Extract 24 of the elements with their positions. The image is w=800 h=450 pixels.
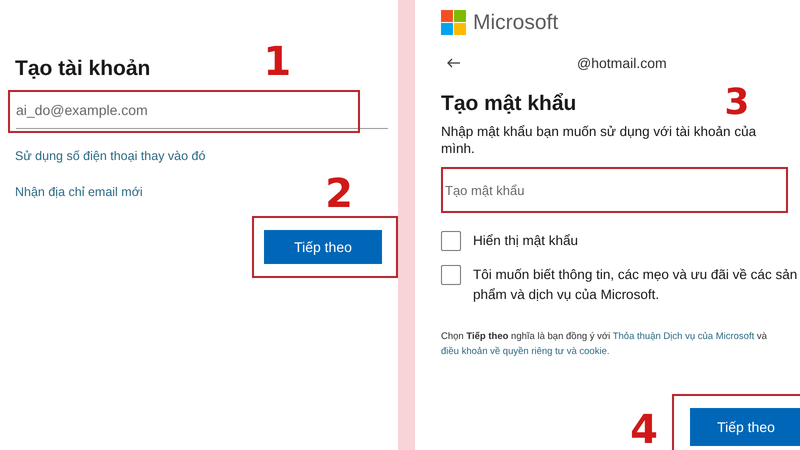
page-heading: Tạo mật khẩu — [441, 91, 576, 117]
windows-logo-icon — [441, 10, 466, 35]
checkbox-label: Hiển thị mật khẩu — [473, 232, 580, 250]
account-email: @hotmail.com — [577, 55, 667, 71]
checkbox-label: Tôi muốn biết thông tin, các mẹo và ưu đãi về các sản phẩm và dịch vụ của Microsoft. — [473, 266, 798, 304]
checkbox[interactable] — [441, 231, 461, 251]
instruction-text: Nhập mật khẩu bạn muốn sử dụng với tài khoản của mình. — [441, 123, 758, 157]
step-number: 2 — [325, 174, 353, 214]
step-number: 4 — [630, 410, 658, 450]
terms-text: và — [756, 331, 767, 342]
text-link[interactable]: Sử dụng số điện thoại thay vào đó — [15, 149, 398, 163]
next-button[interactable]: Tiếp theo — [690, 408, 800, 446]
password-field[interactable]: Tạo mật khẩu — [441, 182, 788, 198]
next-button[interactable]: Tiếp theo — [264, 230, 382, 264]
terms-text: Chọn Tiếp theo nghĩa là bạn đồng ý với — [441, 331, 610, 342]
step-number: 3 — [724, 85, 750, 121]
checkbox[interactable] — [441, 265, 461, 285]
privacy-link[interactable]: điều khoản về quyền riêng tư và cookie. — [441, 346, 610, 357]
service-agreement-link[interactable]: Thỏa thuận Dịch vụ của Microsoft — [612, 331, 754, 342]
email-field[interactable]: ai_do@example.com — [16, 96, 388, 129]
page-heading: Tạo tài khoản — [15, 56, 150, 82]
step-number: 1 — [263, 42, 292, 82]
brand-name: Microsoft — [473, 10, 558, 34]
back-arrow-icon[interactable] — [447, 58, 461, 68]
